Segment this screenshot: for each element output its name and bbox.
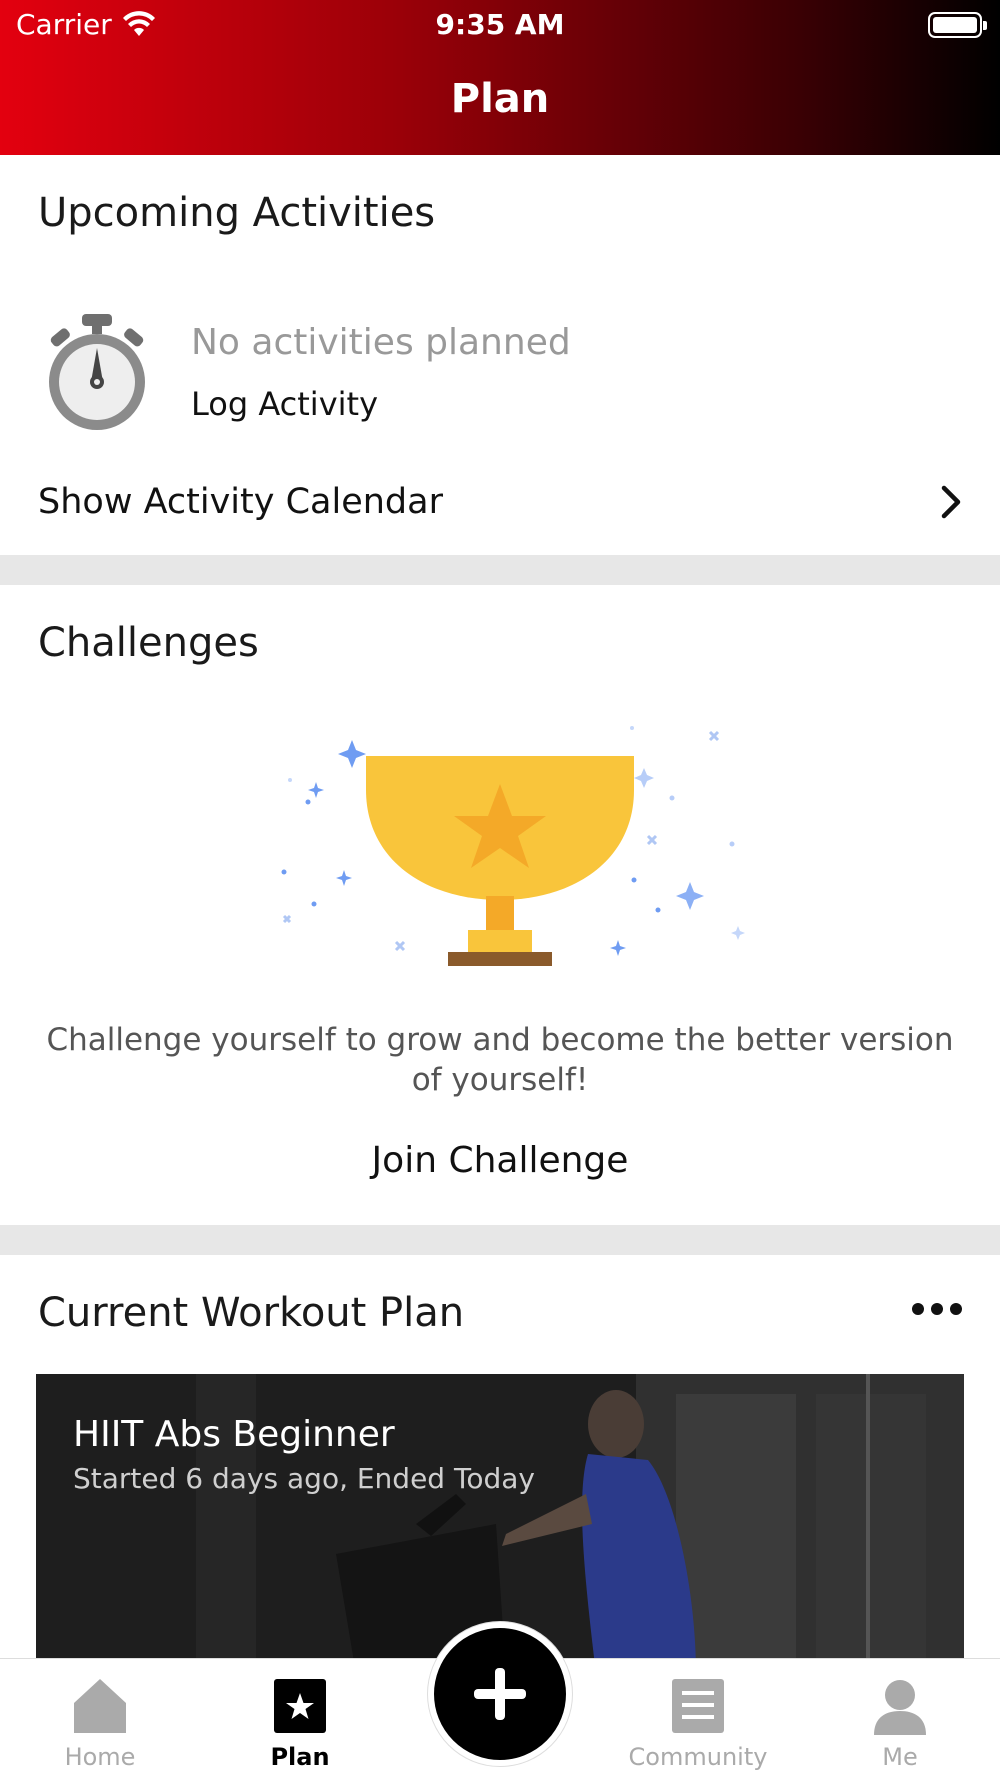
workout-plan-name: HIIT Abs Beginner <box>73 1414 395 1455</box>
plus-icon <box>474 1668 526 1720</box>
tab-community-label: Community <box>628 1743 768 1771</box>
join-challenge-button[interactable]: Join Challenge <box>0 1140 1000 1181</box>
trophy-illustration <box>281 726 745 966</box>
no-activities-text: No activities planned <box>191 322 571 363</box>
chevron-right-icon <box>941 485 961 519</box>
tab-plan[interactable]: Plan <box>220 1659 380 1778</box>
workout-plan-title: Current Workout Plan <box>38 1290 465 1336</box>
tab-home[interactable]: Home <box>20 1659 180 1778</box>
home-icon <box>74 1679 126 1733</box>
status-bar: Carrier 9:35 AM <box>0 0 1000 50</box>
community-icon <box>672 1679 724 1733</box>
tab-me[interactable]: Me <box>820 1659 980 1778</box>
upcoming-activities-title: Upcoming Activities <box>38 190 436 236</box>
stopwatch-icon <box>49 314 145 430</box>
status-time: 9:35 AM <box>435 8 565 41</box>
workout-plan-status: Started 6 days ago, Ended Today <box>73 1462 535 1495</box>
tab-community[interactable]: Community <box>618 1659 778 1778</box>
challenges-title: Challenges <box>38 620 259 666</box>
log-activity-link[interactable]: Log Activity <box>191 385 378 423</box>
more-options-icon[interactable] <box>912 1302 962 1328</box>
challenge-description: Challenge yourself to grow and become th… <box>46 1022 954 1098</box>
section-divider <box>0 555 1000 585</box>
tab-home-label: Home <box>64 1743 136 1771</box>
app-header: Carrier 9:35 AM Plan <box>0 0 1000 155</box>
tab-plan-label: Plan <box>270 1743 330 1771</box>
page-title: Plan <box>450 76 550 122</box>
show-activity-calendar-row[interactable]: Show Activity Calendar <box>0 470 1000 536</box>
section-divider <box>0 1225 1000 1255</box>
add-button[interactable] <box>428 1622 572 1766</box>
battery-icon <box>928 12 987 38</box>
tab-me-label: Me <box>882 1743 918 1771</box>
show-activity-calendar-label: Show Activity Calendar <box>38 482 443 522</box>
profile-icon <box>874 1680 926 1735</box>
plan-star-icon <box>274 1679 326 1733</box>
